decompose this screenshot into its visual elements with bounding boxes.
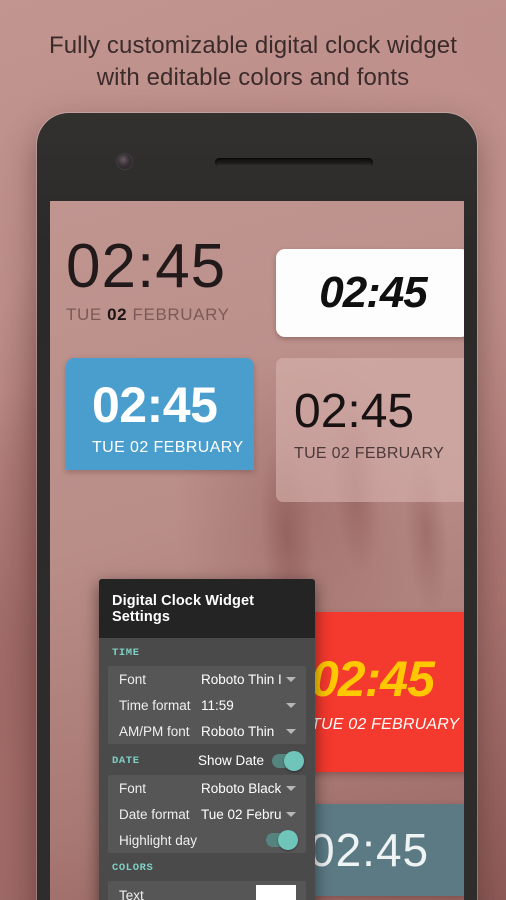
toggle-knob: [284, 750, 304, 771]
text-color-swatch[interactable]: [256, 885, 296, 900]
widget-date: TUE 02 FEBRUARY: [92, 439, 254, 457]
widget-time: 02:45: [319, 268, 428, 317]
widget-date-prefix: TUE: [294, 445, 332, 462]
setting-label: Font: [119, 671, 147, 687]
clock-widget-pink[interactable]: 02:45 TUE 02 FEBRUARY: [276, 358, 464, 502]
setting-row-time-format[interactable]: Time format 11:59: [108, 692, 306, 718]
chevron-down-icon[interactable]: [286, 728, 296, 734]
widget-time: 02:45: [311, 651, 435, 707]
widget-date-suffix: FEBRUARY: [366, 716, 460, 733]
setting-value: Roboto Black Itali: [201, 780, 282, 796]
widget-time: 02:45: [294, 385, 415, 438]
chevron-down-icon[interactable]: [286, 702, 296, 708]
widget-date-suffix: FEBRUARY: [127, 305, 230, 324]
toggle-knob: [278, 830, 298, 850]
widget-date: TUE 02 FEBRUARY: [66, 305, 262, 325]
section-header-colors: COLORS: [108, 853, 306, 881]
setting-row-highlight-day[interactable]: Highlight day: [108, 827, 306, 853]
phone-screen: 02:45 TUE 02 FEBRUARY 02:45 02:45 TUE 02…: [50, 201, 464, 900]
setting-row-ampm-font[interactable]: AM/PM font Roboto Thin: [108, 718, 306, 744]
highlight-day-toggle[interactable]: [266, 830, 298, 850]
section-header-time-label: TIME: [112, 647, 140, 659]
colors-settings-card: Text Background: [108, 881, 306, 900]
headline-line-1: Fully customizable digital clock widget: [48, 32, 458, 59]
show-date-control[interactable]: Show Date: [197, 750, 304, 771]
promo-headline: Fully customizable digital clock widget …: [0, 30, 506, 93]
widget-date-prefix: TUE: [66, 305, 108, 324]
setting-value: Roboto Thin: [201, 723, 275, 739]
setting-row-date-font[interactable]: Font Roboto Black Itali: [108, 775, 306, 801]
widget-date-day: 02: [130, 439, 149, 456]
setting-row-date-format[interactable]: Date format Tue 02 February: [108, 801, 306, 827]
setting-label: Date format: [119, 806, 190, 822]
section-header-date: DATE Show Date: [108, 744, 306, 775]
widget-time: 02:45: [92, 377, 218, 433]
front-camera-icon: [117, 154, 132, 169]
setting-row-time-font[interactable]: Font Roboto Thin Italic: [108, 666, 306, 692]
chevron-down-icon[interactable]: [286, 676, 296, 682]
widget-date-suffix: FEBRUARY: [148, 439, 244, 456]
widget-date-prefix: TUE: [92, 439, 131, 456]
clock-widget-blue[interactable]: 02:45 TUE 02 FEBRUARY: [66, 358, 254, 470]
widget-date-day: 02: [348, 716, 367, 733]
phone-mockup: 02:45 TUE 02 FEBRUARY 02:45 02:45 TUE 02…: [37, 113, 477, 900]
clock-widget-slate[interactable]: 02:45: [291, 804, 464, 896]
earpiece-speaker-icon: [215, 158, 373, 167]
setting-value: Tue 02 February: [201, 806, 282, 822]
show-date-label: Show Date: [197, 753, 264, 768]
widget-time: 02:45: [66, 232, 227, 301]
setting-row-text-color[interactable]: Text: [108, 881, 306, 900]
setting-label: Time format: [119, 697, 191, 713]
widget-time: 02:45: [309, 824, 430, 876]
widget-date: TUE 02 FEBRUARY: [311, 716, 464, 734]
widget-date-day: 02: [107, 305, 128, 324]
widget-date: TUE 02 FEBRUARY: [294, 445, 464, 463]
setting-label: AM/PM font: [119, 723, 190, 739]
section-header-time: TIME: [108, 638, 306, 666]
date-settings-card: Font Roboto Black Itali Date format Tue …: [108, 775, 306, 853]
chevron-down-icon[interactable]: [286, 811, 296, 817]
clock-widget-transparent[interactable]: 02:45 TUE 02 FEBRUARY: [66, 236, 262, 325]
clock-widget-white[interactable]: 02:45: [276, 249, 464, 337]
clock-widget-red[interactable]: 02:45 TUE 02 FEBRUARY: [291, 612, 464, 772]
widget-date-prefix: TUE: [311, 716, 349, 733]
section-header-colors-label: COLORS: [112, 862, 154, 874]
settings-dialog-title: Digital Clock Widget Settings: [99, 579, 315, 638]
setting-label: Font: [119, 780, 147, 796]
setting-value: Roboto Thin Italic: [201, 671, 282, 687]
widget-date-day: 02: [331, 445, 351, 462]
settings-dialog-body: TIME Font Roboto Thin Italic Time format…: [99, 638, 315, 900]
settings-dialog: Digital Clock Widget Settings TIME Font …: [99, 579, 315, 900]
time-settings-card: Font Roboto Thin Italic Time format 11:5…: [108, 666, 306, 744]
setting-label: Highlight day: [119, 832, 198, 848]
section-header-date-label: DATE: [112, 754, 140, 767]
setting-label: Text: [119, 887, 144, 900]
show-date-toggle[interactable]: [272, 750, 304, 771]
widget-date-suffix: FEBRUARY: [350, 445, 445, 462]
chevron-down-icon[interactable]: [286, 785, 296, 791]
headline-line-2: with editable colors and fonts: [96, 63, 410, 91]
setting-value: 11:59: [201, 697, 234, 713]
